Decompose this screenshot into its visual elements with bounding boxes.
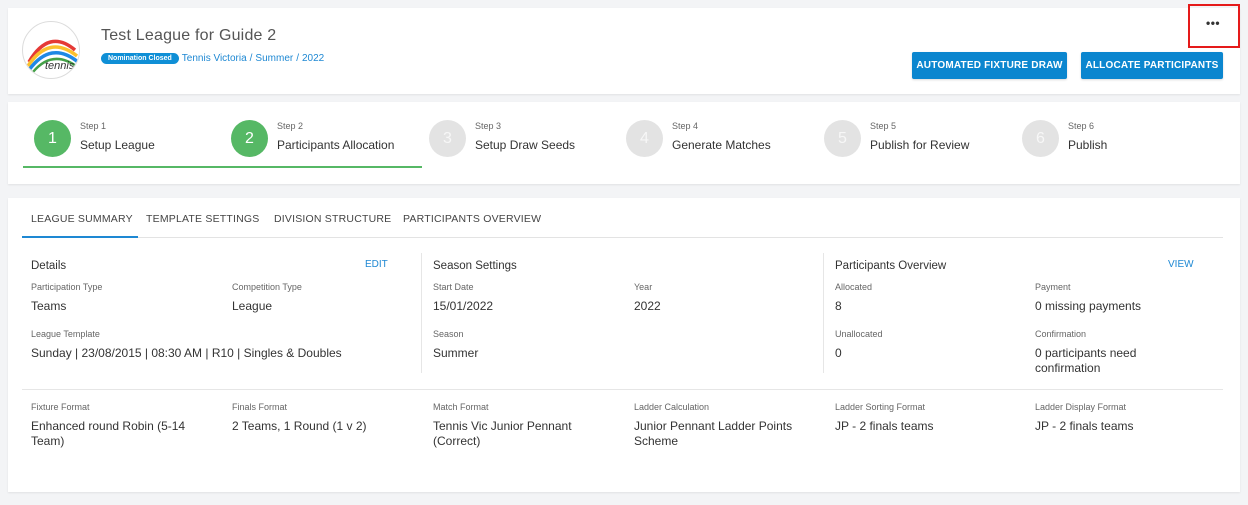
step-participants-allocation[interactable]: 2 Step 2 Participants Allocation xyxy=(220,120,417,170)
tab-participants-overview[interactable]: PARTICIPANTS OVERVIEW xyxy=(403,213,541,225)
step-number: 1 xyxy=(34,120,71,157)
step-publish-for-review[interactable]: 5 Step 5 Publish for Review xyxy=(813,120,1010,170)
fixture-format-value: Enhanced round Robin (5-14 Team) xyxy=(31,419,186,448)
tab-template-settings[interactable]: TEMPLATE SETTINGS xyxy=(146,213,259,225)
start-date-value: 15/01/2022 xyxy=(433,299,494,313)
step-progress-bar xyxy=(23,166,422,168)
tab-league-summary[interactable]: LEAGUE SUMMARY xyxy=(31,213,133,225)
section-divider xyxy=(22,389,1223,390)
allocated-label: Allocated xyxy=(835,282,873,292)
step-label: Setup Draw Seeds xyxy=(475,138,576,152)
allocate-participants-button[interactable]: ALLOCATE PARTICIPANTS xyxy=(1081,52,1223,79)
participants-overview-title: Participants Overview xyxy=(835,260,947,272)
payment-label: Payment xyxy=(1035,282,1071,292)
season-settings-title: Season Settings xyxy=(433,260,517,272)
step-label: Participants Allocation xyxy=(277,138,395,152)
automated-fixture-draw-button[interactable]: AUTOMATED FIXTURE DRAW xyxy=(912,52,1067,79)
step-number: 5 xyxy=(824,120,861,157)
step-caption: Step 5 xyxy=(870,121,897,131)
more-options-highlight: ••• xyxy=(1188,4,1240,48)
step-caption: Step 3 xyxy=(475,121,502,131)
match-format-value: Tennis Vic Junior Pennant (Correct) xyxy=(433,419,572,448)
step-number: 6 xyxy=(1022,120,1059,157)
match-format-label: Match Format xyxy=(433,402,489,412)
league-template-value: Sunday | 23/08/2015 | 08:30 AM | R10 | S… xyxy=(31,346,342,360)
confirmation-value: 0 participants need confirmation xyxy=(1035,346,1137,375)
ladder-sorting-format-label: Ladder Sorting Format xyxy=(835,402,926,412)
season-label: Season xyxy=(433,329,464,339)
details-title: Details xyxy=(31,260,67,272)
summary-tabs: LEAGUE SUMMARY TEMPLATE SETTINGS DIVISIO… xyxy=(22,198,1223,238)
step-number: 4 xyxy=(626,120,663,157)
allocated-value: 8 xyxy=(835,299,842,313)
step-caption: Step 1 xyxy=(80,121,107,131)
finals-format-value: 2 Teams, 1 Round (1 v 2) xyxy=(232,419,367,433)
ladder-calculation-value: Junior Pennant Ladder Points Scheme xyxy=(634,419,793,448)
step-publish[interactable]: 6 Step 6 Publish xyxy=(1011,120,1208,170)
fixture-format-label: Fixture Format xyxy=(31,402,90,412)
breadcrumb-year[interactable]: 2022 xyxy=(302,53,324,64)
column-divider xyxy=(421,253,422,373)
participation-type-label: Participation Type xyxy=(31,282,103,292)
year-label: Year xyxy=(634,282,653,292)
unallocated-label: Unallocated xyxy=(835,329,883,339)
participation-type-value: Teams xyxy=(31,299,67,313)
unallocated-value: 0 xyxy=(835,346,842,360)
league-header: tennis Test League for Guide 2 Nominatio… xyxy=(8,4,1240,94)
step-label: Publish for Review xyxy=(870,138,970,152)
step-label: Setup League xyxy=(80,138,155,152)
league-title: Test League for Guide 2 xyxy=(101,27,277,44)
league-steps: 1 Step 1 Setup League 2 Step 2 Participa… xyxy=(8,102,1240,184)
breadcrumb-separator: / xyxy=(296,53,299,64)
step-setup-league[interactable]: 1 Step 1 Setup League xyxy=(23,120,220,170)
season-value: Summer xyxy=(433,346,479,360)
ladder-calculation-label: Ladder Calculation xyxy=(634,402,710,412)
logo-text: tennis xyxy=(45,60,75,72)
step-number: 2 xyxy=(231,120,268,157)
step-caption: Step 2 xyxy=(277,121,304,131)
ladder-display-format-label: Ladder Display Format xyxy=(1035,402,1127,412)
tennis-logo: tennis xyxy=(22,21,80,79)
step-label: Publish xyxy=(1068,138,1108,152)
finals-format-label: Finals Format xyxy=(232,402,288,412)
league-meta: Nomination Closed Tennis Victoria / Summ… xyxy=(101,53,324,64)
column-divider xyxy=(823,253,824,373)
step-setup-draw-seeds[interactable]: 3 Step 3 Setup Draw Seeds xyxy=(418,120,615,170)
breadcrumb-season[interactable]: Summer xyxy=(255,53,293,64)
competition-type-value: League xyxy=(232,299,273,313)
confirmation-label: Confirmation xyxy=(1035,329,1087,339)
breadcrumb-separator: / xyxy=(249,53,253,64)
step-number: 3 xyxy=(429,120,466,157)
view-participants-link[interactable]: VIEW xyxy=(1168,259,1194,270)
step-caption: Step 4 xyxy=(672,121,699,131)
league-template-label: League Template xyxy=(31,329,100,339)
start-date-label: Start Date xyxy=(433,282,474,292)
ladder-display-format-value: JP - 2 finals teams xyxy=(1035,419,1134,433)
status-badge: Nomination Closed xyxy=(101,53,179,64)
more-options-icon[interactable]: ••• xyxy=(1206,16,1220,30)
league-summary-card: LEAGUE SUMMARY TEMPLATE SETTINGS DIVISIO… xyxy=(8,198,1240,492)
step-generate-matches[interactable]: 4 Step 4 Generate Matches xyxy=(615,120,812,170)
edit-details-link[interactable]: EDIT xyxy=(365,259,388,270)
breadcrumb-association[interactable]: Tennis Victoria xyxy=(182,53,247,64)
active-tab-indicator xyxy=(22,236,138,238)
ladder-sorting-format-value: JP - 2 finals teams xyxy=(835,419,934,433)
competition-type-label: Competition Type xyxy=(232,282,302,292)
tab-division-structure[interactable]: DIVISION STRUCTURE xyxy=(274,213,391,225)
step-caption: Step 6 xyxy=(1068,121,1095,131)
tennis-logo-icon: tennis xyxy=(26,39,79,73)
payment-value: 0 missing payments xyxy=(1035,299,1142,313)
step-label: Generate Matches xyxy=(672,138,771,152)
year-value: 2022 xyxy=(634,299,661,313)
